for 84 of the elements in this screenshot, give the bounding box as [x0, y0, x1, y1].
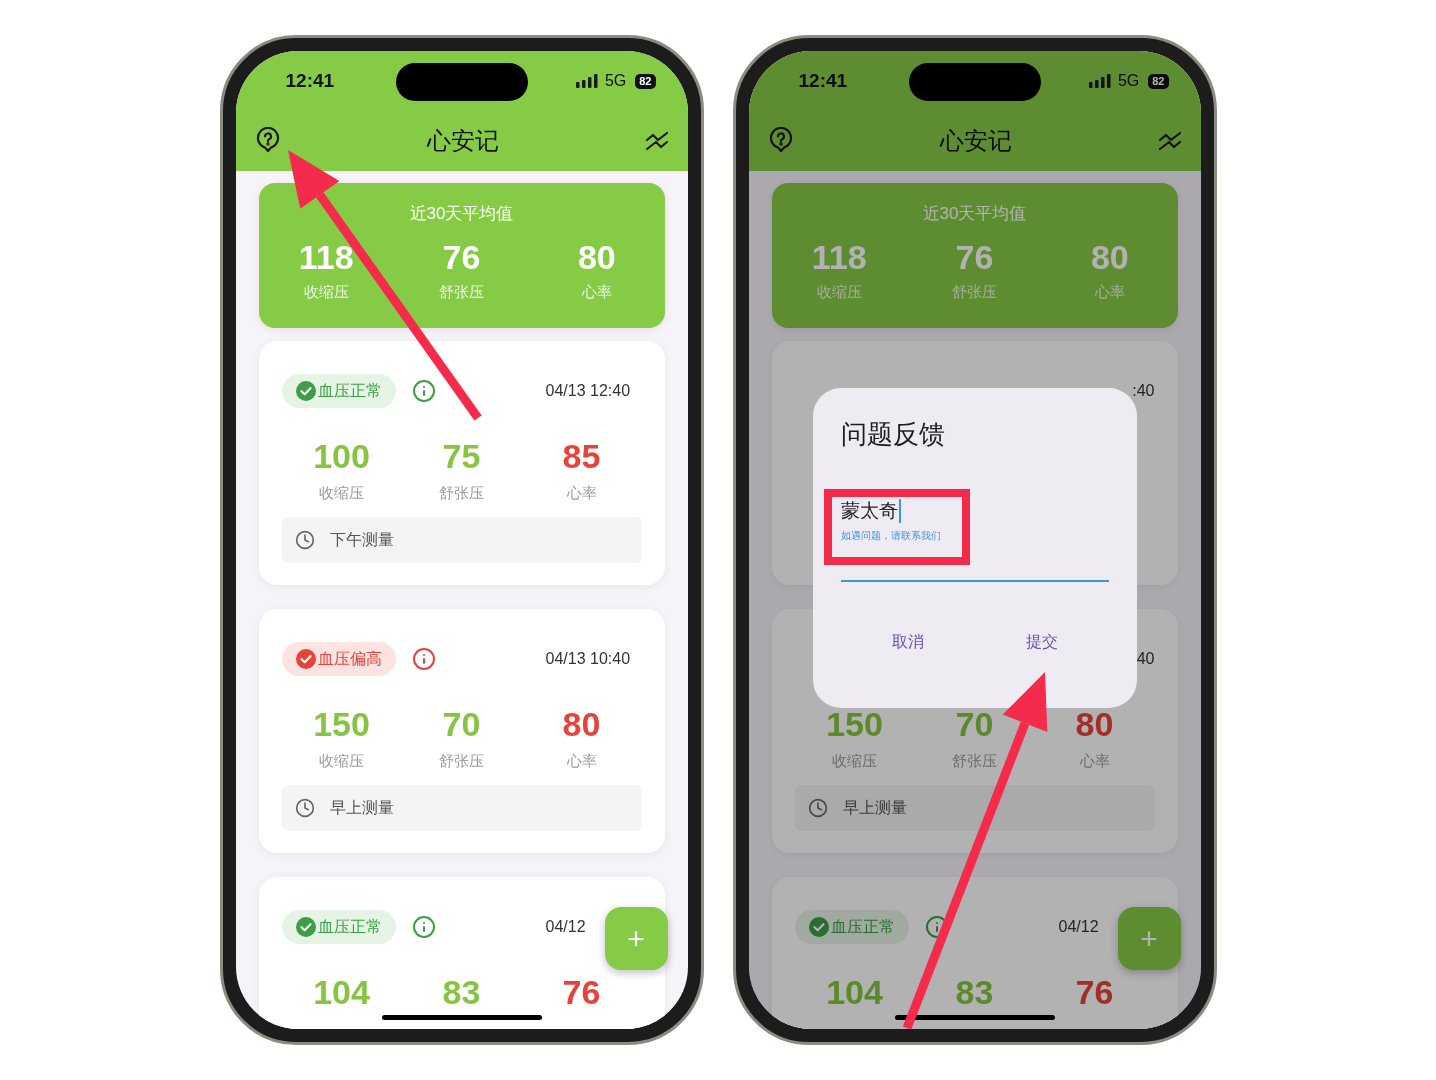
reading-label: 收缩压 — [319, 483, 364, 503]
check-circle-icon — [295, 917, 316, 937]
reading-value: 70 — [442, 704, 481, 744]
reading-value: 83 — [955, 972, 994, 1012]
info-icon[interactable] — [411, 915, 436, 939]
record-datetime: 04/13 12:40 — [545, 381, 631, 401]
status-label: 血压正常 — [317, 917, 382, 937]
average-label: 心率 — [581, 281, 612, 302]
dialog-title: 问题反馈 — [840, 418, 946, 450]
reading-value: 83 — [442, 972, 481, 1012]
feedback-input[interactable]: 蒙太奇 如遇问题，请联系我们 — [840, 496, 1109, 582]
info-icon[interactable] — [411, 379, 436, 403]
status-label: 血压正常 — [317, 381, 382, 401]
clock-icon — [807, 797, 828, 818]
app-title: 心安记 — [939, 126, 1012, 156]
reading-value: 100 — [313, 436, 370, 476]
summary-title: 近30天平均值 — [921, 203, 1028, 225]
clock-icon — [294, 529, 315, 550]
dialog-button[interactable]: 提交 — [1019, 626, 1064, 658]
record-card[interactable]: 血压偏高 04/13 10:40 150 收缩压 70 舒张压 80 心率 早上测量 — [258, 609, 665, 853]
average-value: 80 — [1090, 236, 1129, 277]
reading-label: 收缩压 — [319, 751, 364, 771]
record-datetime: :40 — [1132, 381, 1155, 401]
reading-value: 104 — [313, 972, 370, 1012]
trend-icon[interactable] — [644, 131, 669, 151]
status-time: 12:41 — [798, 68, 848, 93]
record-datetime: 40 — [1136, 649, 1155, 669]
info-icon[interactable] — [411, 647, 436, 671]
reading-value: 76 — [562, 972, 601, 1012]
average-label: 收缩压 — [816, 281, 862, 302]
status-label: 血压偏高 — [317, 649, 382, 669]
check-circle-icon — [808, 917, 829, 937]
reading-label: 心率 — [566, 483, 597, 503]
battery-indicator: 82 — [635, 73, 656, 89]
reading-label: 舒张压 — [439, 751, 484, 771]
check-circle-icon — [295, 649, 316, 669]
input-helper: 如遇问题，请联系我们 — [840, 529, 942, 543]
battery-indicator: 82 — [1148, 73, 1169, 89]
status-label: 血压正常 — [830, 917, 895, 937]
note-text: 下午测量 — [329, 529, 394, 550]
average-value: 76 — [955, 236, 994, 277]
help-icon[interactable] — [254, 127, 281, 155]
reading-value: 80 — [562, 704, 601, 744]
average-label: 舒张压 — [952, 281, 997, 302]
record-datetime: 04/12 — [1058, 917, 1099, 937]
note-text: 早上测量 — [842, 797, 907, 818]
record-card[interactable]: 血压正常 04/13 12:40 100 收缩压 75 舒张压 85 心率 下午测量 — [258, 341, 665, 585]
average-label: 收缩压 — [303, 281, 349, 302]
reading-label: 舒张压 — [439, 483, 484, 503]
reading-label: 收缩压 — [832, 751, 877, 771]
average-value: 118 — [811, 236, 867, 277]
average-label: 舒张压 — [439, 281, 484, 302]
network-label: 5G — [1117, 71, 1140, 91]
status-time: 12:41 — [285, 68, 335, 93]
reading-label: 心率 — [566, 751, 597, 771]
network-label: 5G — [604, 71, 627, 91]
clock-icon — [294, 797, 315, 818]
reading-value: 76 — [1075, 972, 1114, 1012]
signal-icon — [575, 74, 600, 88]
signal-icon — [1088, 74, 1113, 88]
reading-value: 150 — [826, 704, 883, 744]
reading-value: 70 — [955, 704, 994, 744]
reading-value: 150 — [313, 704, 370, 744]
text-cursor — [898, 499, 901, 523]
average-label: 心率 — [1094, 281, 1125, 302]
average-value: 76 — [442, 236, 481, 277]
summary-title: 近30天平均值 — [408, 203, 515, 225]
input-value: 蒙太奇 — [840, 499, 898, 523]
reading-value: 85 — [562, 436, 601, 476]
dialog-button[interactable]: 取消 — [885, 626, 930, 658]
app-title: 心安记 — [426, 126, 499, 156]
note-text: 早上测量 — [329, 797, 394, 818]
check-circle-icon — [295, 381, 316, 401]
trend-icon[interactable] — [1157, 131, 1182, 151]
average-value: 118 — [298, 236, 354, 277]
reading-label: 舒张压 — [952, 751, 997, 771]
help-icon[interactable] — [767, 127, 794, 155]
reading-value: 80 — [1075, 704, 1114, 744]
record-datetime: 04/13 10:40 — [545, 649, 631, 669]
record-datetime: 04/12 — [545, 917, 586, 937]
average-value: 80 — [577, 236, 616, 277]
reading-label: 心率 — [1079, 751, 1110, 771]
reading-value: 104 — [826, 972, 883, 1012]
reading-value: 75 — [442, 436, 481, 476]
